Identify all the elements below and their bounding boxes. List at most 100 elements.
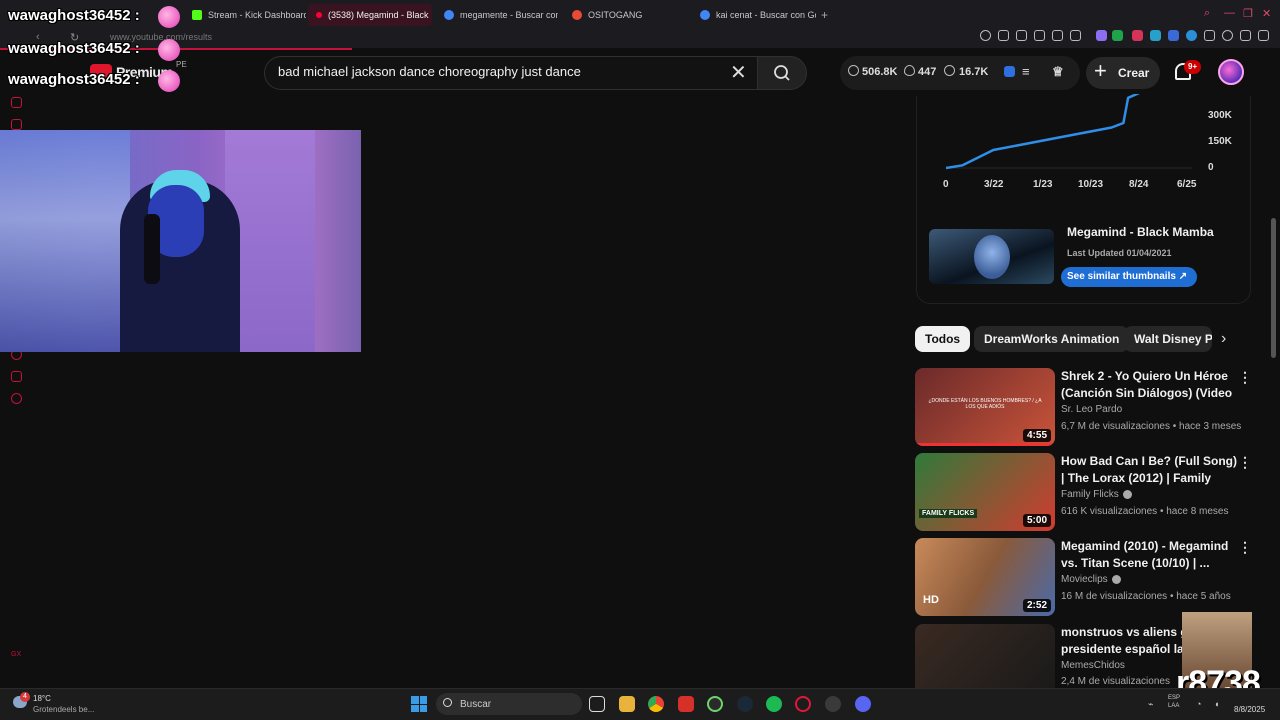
- tray-language[interactable]: ESP LAA: [1168, 694, 1188, 710]
- notification-badge: 9+: [1184, 60, 1202, 74]
- channel-name: Movieclips: [1061, 574, 1108, 585]
- discord-icon[interactable]: [855, 696, 871, 712]
- new-tab-plus-icon[interactable]: +: [821, 8, 828, 22]
- extension-icon[interactable]: [998, 30, 1009, 41]
- video-thumbnail[interactable]: HD 2:52: [915, 538, 1055, 616]
- puzzle-icon[interactable]: [1204, 30, 1215, 41]
- chrome-icon[interactable]: [648, 696, 664, 712]
- extension-blue-icon[interactable]: [1150, 30, 1161, 41]
- x-tick-label: 3/22: [984, 179, 1004, 190]
- bookmark-icon[interactable]: [1016, 30, 1027, 41]
- thumbnail-preview[interactable]: [929, 229, 1054, 284]
- windows-taskbar: [0, 688, 1280, 720]
- app-red-icon[interactable]: [678, 696, 694, 712]
- tab-label: (3538) Megamind - Black: [328, 10, 429, 20]
- video-channel[interactable]: Family Flicks: [1061, 489, 1132, 500]
- extension-purple-icon[interactable]: [1096, 30, 1107, 41]
- clear-search-icon[interactable]: ✕: [730, 60, 747, 85]
- avatar[interactable]: [1218, 59, 1244, 85]
- more-options-icon[interactable]: ⋮: [1238, 539, 1252, 556]
- vidiq-icon[interactable]: [1004, 66, 1015, 77]
- thumbnail-title: Megamind - Black Mamba: [1067, 225, 1214, 239]
- minimize-icon[interactable]: —: [1224, 7, 1235, 19]
- megamind-head: [974, 235, 1010, 279]
- video-title[interactable]: Megamind (2010) - Megamind vs. Titan Sce…: [1061, 538, 1241, 571]
- close-window-icon[interactable]: ✕: [1262, 7, 1271, 20]
- heart-icon[interactable]: [1070, 30, 1081, 41]
- thumbnail-caption: HD: [923, 594, 939, 606]
- video-thumbnail[interactable]: FAMILY FLICKS 5:00: [915, 453, 1055, 531]
- windows-start-icon[interactable]: [411, 696, 427, 712]
- video-title[interactable]: Shrek 2 - Yo Quiero Un Héroe (Canción Si…: [1061, 368, 1241, 401]
- video-channel[interactable]: Movieclips: [1061, 574, 1121, 585]
- chat-username: wawaghost36452 :: [8, 71, 140, 88]
- microphone-icon: [144, 214, 160, 284]
- tab-ositogang[interactable]: OSITOGANG: [564, 4, 688, 26]
- clock-date[interactable]: 8/8/2025: [1234, 705, 1265, 714]
- extension-translate-icon[interactable]: [1168, 30, 1179, 41]
- steam-icon[interactable]: [737, 696, 753, 712]
- video-meta: 616 K visualizaciones • hace 8 meses: [1061, 506, 1229, 517]
- volume-icon[interactable]: ◖: [1214, 699, 1219, 709]
- wifi-icon[interactable]: ◔: [1196, 699, 1201, 709]
- screen: Stream - Kick Dashboard (3538) Megamind …: [0, 0, 1280, 720]
- scrollbar[interactable]: [1271, 218, 1276, 358]
- watch-progress: [915, 443, 1055, 446]
- list-icon[interactable]: ≡: [1022, 64, 1030, 79]
- shield-icon[interactable]: [1034, 30, 1045, 41]
- trophy-icon[interactable]: ♕: [1052, 64, 1064, 80]
- app-misc-icon[interactable]: [825, 696, 841, 712]
- google-icon: [700, 10, 710, 20]
- extension-globe-icon[interactable]: [1186, 30, 1197, 41]
- video-thumbnail[interactable]: [915, 624, 1055, 688]
- opera-gx-icon[interactable]: [795, 696, 811, 712]
- channel-name: Family Flicks: [1061, 489, 1119, 500]
- tab-youtube-megamind[interactable]: (3538) Megamind - Black: [308, 4, 432, 26]
- y-tick-label: 0: [1208, 162, 1214, 173]
- extension-red-icon[interactable]: [1132, 30, 1143, 41]
- webcam-background: [0, 130, 130, 352]
- video-thumbnail[interactable]: ¿DONDE ESTÁN LOS BUENOS HOMBRES? / ¿A LO…: [915, 368, 1055, 446]
- tab-google-kai-cenat[interactable]: kai cenat - Buscar con Go: [692, 4, 816, 26]
- sidebar-misc-icon[interactable]: GX: [11, 651, 22, 662]
- search-button[interactable]: [757, 56, 807, 90]
- tray-mic-icon[interactable]: ⌁: [1148, 699, 1153, 710]
- chip-walt-disney[interactable]: Walt Disney P: [1124, 326, 1212, 352]
- tab-label: Stream - Kick Dashboard: [208, 10, 306, 20]
- streamer-webcam: [0, 130, 361, 352]
- sidebar-settings-icon[interactable]: [11, 393, 22, 404]
- spotify-icon[interactable]: [766, 696, 782, 712]
- video-channel[interactable]: Sr. Leo Pardo: [1061, 404, 1122, 415]
- search-tabs-icon[interactable]: ⌕: [1204, 7, 1210, 20]
- search-query[interactable]: bad michael jackson dance choreography j…: [278, 64, 581, 79]
- create-label: Crear: [1118, 66, 1150, 80]
- chevron-right-icon[interactable]: ›: [1221, 330, 1226, 348]
- weather-temp[interactable]: 18°C: [33, 694, 51, 703]
- see-similar-thumbnails-button[interactable]: See similar thumbnails ↗: [1061, 267, 1198, 287]
- downloads-icon[interactable]: [1240, 30, 1251, 41]
- chip-dreamworks[interactable]: DreamWorks Animation: [974, 326, 1130, 352]
- xbox-icon[interactable]: [707, 696, 723, 712]
- more-options-icon[interactable]: ⋮: [1238, 369, 1252, 386]
- extension-green-icon[interactable]: [1112, 30, 1123, 41]
- taskbar-search-label: Buscar: [460, 699, 492, 710]
- taskbar-search[interactable]: [436, 693, 582, 715]
- video-title[interactable]: How Bad Can I Be? (Full Song) | The Lora…: [1061, 453, 1241, 486]
- sidebar-shorts-icon[interactable]: [11, 119, 22, 130]
- sidebar-home-icon[interactable]: [11, 97, 22, 108]
- tab-google-megamente[interactable]: megamente - Buscar con: [436, 4, 558, 26]
- profile-icon[interactable]: [1222, 30, 1233, 41]
- video-duration: 4:55: [1022, 429, 1051, 442]
- chip-todos[interactable]: Todos: [915, 326, 971, 352]
- task-view-icon[interactable]: [589, 696, 605, 712]
- video-channel[interactable]: MemesChidos: [1061, 660, 1125, 671]
- maximize-icon[interactable]: ❐: [1243, 7, 1253, 20]
- download-icon[interactable]: [1052, 30, 1063, 41]
- tab-kick-dashboard[interactable]: Stream - Kick Dashboard: [184, 4, 306, 26]
- zoom-icon[interactable]: [980, 30, 991, 41]
- menu-icon[interactable]: [1258, 30, 1269, 41]
- file-explorer-icon[interactable]: [619, 696, 635, 712]
- sidebar-report-icon[interactable]: [11, 371, 22, 382]
- more-options-icon[interactable]: ⋮: [1238, 454, 1252, 471]
- video-meta: 6,7 M de visualizaciones • hace 3 meses: [1061, 421, 1242, 432]
